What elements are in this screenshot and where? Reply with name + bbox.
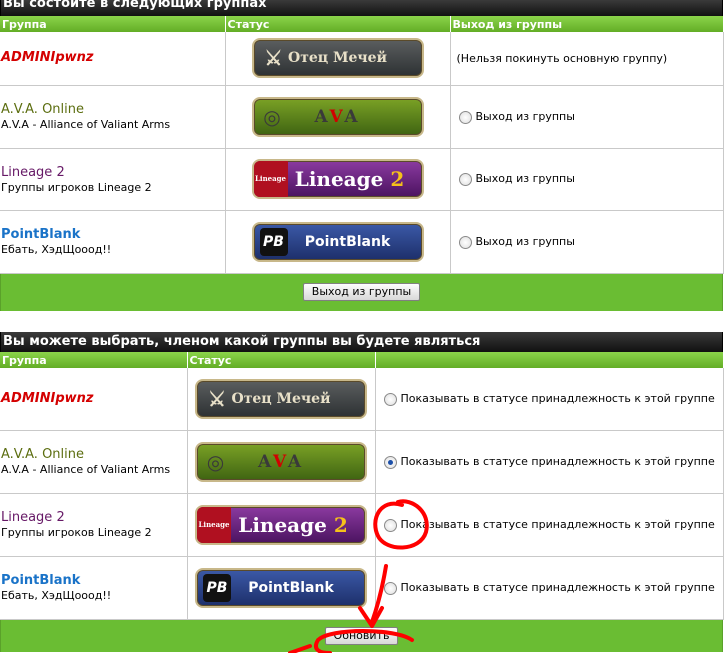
group-description: Группы игроков Lineage 2 bbox=[1, 180, 152, 194]
group-cell: ADMINIpwnz bbox=[0, 368, 188, 431]
group-name-adminipwnz[interactable]: ADMINIpwnz bbox=[1, 50, 225, 66]
header-status: Статус bbox=[225, 16, 451, 32]
leave-cell: Выход из группы bbox=[450, 148, 724, 211]
panel-title: Вы состоите в следующих группах bbox=[0, 0, 723, 16]
leave-radio[interactable] bbox=[458, 235, 472, 249]
panel-title: Вы можете выбрать, членом какой группы в… bbox=[0, 332, 723, 352]
leave-group-option[interactable]: Выход из группы bbox=[451, 110, 723, 124]
lineage-logo-icon: Lineage bbox=[197, 506, 231, 543]
display-option[interactable]: Показывать в статусе принадлежность к эт… bbox=[376, 392, 723, 406]
leave-radio[interactable] bbox=[458, 110, 472, 124]
status-cell: ◎ AVA bbox=[187, 430, 376, 494]
pb-logo-icon: PB bbox=[259, 227, 288, 256]
display-option-cell: Показывать в статусе принадлежность к эт… bbox=[375, 556, 724, 620]
table-header: Группа Статус Выход из группы bbox=[0, 16, 724, 32]
group-name-adminipwnz[interactable]: ADMINIpwnz bbox=[1, 391, 187, 407]
table-row: Lineage 2 Группы игроков Lineage 2 Linea… bbox=[0, 493, 724, 557]
lineage-logo-icon: Lineage bbox=[253, 161, 288, 197]
member-groups-panel: Вы состоите в следующих группах Группа С… bbox=[0, 0, 724, 315]
crossed-swords-icon: ⚔ bbox=[208, 386, 226, 411]
group-name-ava[interactable]: A.V.A. Online bbox=[1, 102, 225, 118]
leave-group-option[interactable]: Выход из группы bbox=[451, 172, 723, 186]
header-status: Статус bbox=[187, 352, 376, 368]
leave-group-option[interactable]: Выход из группы bbox=[451, 235, 723, 249]
leave-cell: Выход из группы bbox=[450, 85, 724, 149]
ava-ring-icon: ◎ bbox=[263, 104, 284, 129]
group-cell: A.V.A. Online A.V.A - Alliance of Valian… bbox=[0, 85, 226, 149]
table-row: PointBlank Ебать, ХэдЩооод!! PB PointBla… bbox=[0, 210, 724, 274]
group-description: A.V.A - Alliance of Valiant Arms bbox=[1, 118, 171, 131]
status-cell: PB PointBlank bbox=[187, 556, 376, 620]
group-description: Ебать, ХэдЩооод!! bbox=[1, 589, 112, 602]
update-button[interactable]: Обновить bbox=[324, 626, 399, 645]
display-option[interactable]: Показывать в статусе принадлежность к эт… bbox=[376, 581, 723, 595]
status-cell: Lineage Lineage 2 bbox=[187, 493, 376, 557]
display-group-panel: Вы можете выбрать, членом какой группы в… bbox=[0, 332, 724, 653]
display-radio-selected[interactable] bbox=[383, 455, 397, 469]
group-description: A.V.A - Alliance of Valiant Arms bbox=[1, 463, 171, 476]
group-name-pointblank[interactable]: PointBlank bbox=[1, 573, 187, 589]
display-group-table: Группа Статус ADMINIpwnz ⚔ Отец Мечей По… bbox=[0, 352, 724, 620]
table-row: A.V.A. Online A.V.A - Alliance of Valian… bbox=[0, 85, 724, 149]
group-cell: PointBlank Ебать, ХэдЩооод!! bbox=[0, 556, 188, 620]
group-name-pointblank[interactable]: PointBlank bbox=[1, 227, 225, 243]
table-row: ADMINIpwnz ⚔ Отец Мечей Показывать в ста… bbox=[0, 368, 724, 431]
group-cell: ADMINIpwnz bbox=[0, 32, 226, 86]
group-badge-sword: ⚔ Отец Мечей bbox=[251, 38, 424, 79]
leave-radio[interactable] bbox=[458, 173, 472, 186]
header-leave: Выход из группы bbox=[450, 16, 724, 32]
status-cell: ◎ AVA bbox=[225, 85, 451, 149]
display-radio[interactable] bbox=[383, 392, 397, 406]
group-badge-ava: ◎ AVA bbox=[251, 96, 424, 137]
display-option[interactable]: Показывать в статусе принадлежность к эт… bbox=[376, 518, 723, 532]
crossed-swords-icon: ⚔ bbox=[264, 46, 283, 71]
header-group: Группа bbox=[0, 16, 226, 32]
table-row: PointBlank Ебать, ХэдЩооод!! PB PointBla… bbox=[0, 556, 724, 620]
leave-group-button[interactable]: Выход из группы bbox=[302, 282, 421, 301]
group-badge-ava: ◎ AVA bbox=[195, 441, 367, 482]
status-cell: ⚔ Отец Мечей bbox=[187, 368, 376, 431]
table-row: A.V.A. Online A.V.A - Alliance of Valian… bbox=[0, 430, 724, 494]
group-badge-pointblank: PB PointBlank bbox=[251, 221, 424, 262]
group-badge-lineage: Lineage Lineage 2 bbox=[251, 159, 424, 199]
leave-cell: (Нельзя покинуть основную группу) bbox=[450, 32, 724, 86]
display-radio[interactable] bbox=[383, 581, 397, 595]
group-cell: A.V.A. Online A.V.A - Alliance of Valian… bbox=[0, 430, 188, 494]
display-option[interactable]: Показывать в статусе принадлежность к эт… bbox=[376, 455, 723, 469]
table-row: Lineage 2 Группы игроков Lineage 2 Linea… bbox=[0, 148, 724, 211]
group-description: Группы игроков Lineage 2 bbox=[1, 526, 152, 539]
group-badge-lineage: Lineage Lineage 2 bbox=[195, 504, 367, 545]
group-name-lineage[interactable]: Lineage 2 bbox=[1, 165, 225, 181]
leave-cell: Выход из группы bbox=[450, 210, 724, 274]
table-row: ADMINIpwnz ⚔ Отец Мечей (Нельзя покинуть… bbox=[0, 32, 724, 86]
group-cell: Lineage 2 Группы игроков Lineage 2 bbox=[0, 493, 188, 557]
display-option-cell: Показывать в статусе принадлежность к эт… bbox=[375, 368, 724, 431]
header-empty bbox=[375, 352, 724, 368]
group-name-ava[interactable]: A.V.A. Online bbox=[1, 447, 187, 463]
group-name-lineage[interactable]: Lineage 2 bbox=[1, 510, 187, 526]
header-group: Группа bbox=[0, 352, 188, 368]
display-radio[interactable] bbox=[383, 518, 397, 532]
pb-logo-icon: PB bbox=[203, 573, 231, 602]
ava-ring-icon: ◎ bbox=[206, 449, 228, 474]
table-header: Группа Статус bbox=[0, 352, 724, 368]
member-groups-table: Группа Статус Выход из группы ADMINIpwnz… bbox=[0, 16, 724, 274]
group-cell: PointBlank Ебать, ХэдЩооод!! bbox=[0, 210, 226, 274]
display-option-cell: Показывать в статусе принадлежность к эт… bbox=[375, 430, 724, 494]
status-cell: Lineage Lineage 2 bbox=[225, 148, 451, 211]
panel-footer: Выход из группы bbox=[0, 273, 723, 311]
group-badge-pointblank: PB PointBlank bbox=[195, 567, 367, 608]
panel-footer: Обновить bbox=[0, 619, 723, 652]
status-cell: ⚔ Отец Мечей bbox=[225, 32, 451, 86]
status-cell: PB PointBlank bbox=[225, 210, 451, 274]
display-option-cell: Показывать в статусе принадлежность к эт… bbox=[375, 493, 724, 557]
group-cell: Lineage 2 Группы игроков Lineage 2 bbox=[0, 148, 226, 211]
group-badge-sword: ⚔ Отец Мечей bbox=[195, 378, 367, 419]
group-description: Ебать, ХэдЩооод!! bbox=[1, 243, 112, 256]
cannot-leave-note: (Нельзя покинуть основную группу) bbox=[456, 51, 668, 65]
